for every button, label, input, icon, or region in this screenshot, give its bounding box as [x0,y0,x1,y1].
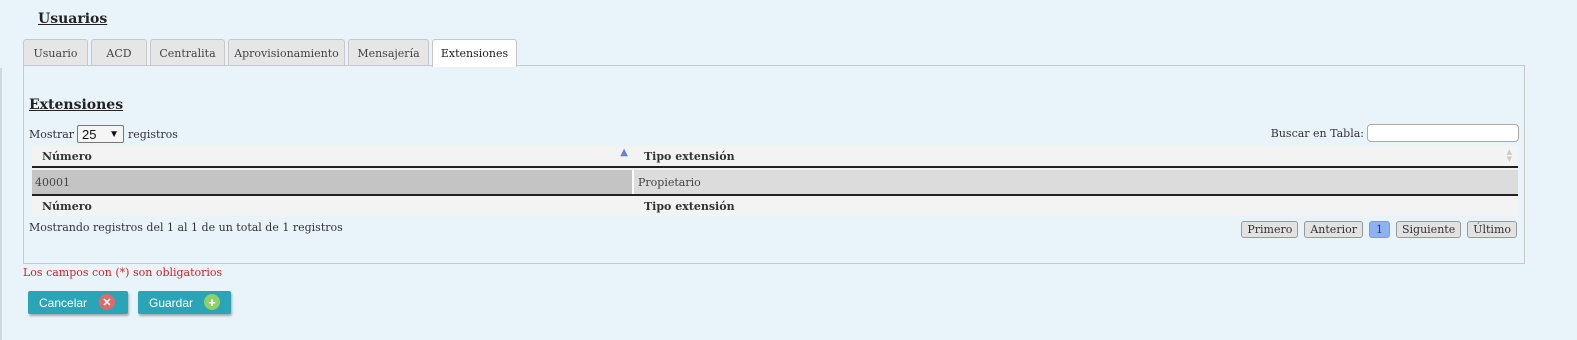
table-info: Mostrando registros del 1 al 1 de un tot… [29,221,343,234]
left-edge-line [0,68,2,340]
search-label: Buscar en Tabla: [1270,126,1364,140]
cancel-button[interactable]: Cancelar ✕ [28,291,128,314]
cell-tipo-extension: Propietario [634,170,1518,194]
length-menu-suffix: registros [128,127,178,141]
column-footer-numero: Número [42,199,92,213]
tab-acd[interactable]: ACD [91,39,147,66]
save-button-label: Guardar [149,295,194,310]
tab-bar: Usuario ACD Centralita Aprovisionamiento… [23,39,520,67]
page-next-button[interactable]: Siguiente [1395,221,1462,238]
page-previous-button[interactable]: Anterior [1304,221,1363,238]
tab-mensajeria[interactable]: Mensajería [348,39,429,66]
page-last-button[interactable]: Último [1467,221,1517,238]
cell-numero: 40001 [32,170,634,194]
table-footer-row: Número Tipo extensión [32,194,1518,216]
extensions-table: Número ▲ Tipo extensión ▲ ▼ 40001 Propiet… [32,146,1518,216]
column-header-tipo-extension[interactable]: Tipo extensión ▲ ▼ [634,146,1518,166]
save-button[interactable]: Guardar + [138,291,231,314]
sort-ascending-icon: ▲ [620,147,628,158]
extensions-panel: Extensiones Mostrar 25 ▼ registros Busca… [23,65,1525,264]
table-search: Buscar en Tabla: [1271,124,1519,142]
tab-usuario[interactable]: Usuario [23,39,88,66]
cancel-x-icon: ✕ [99,294,115,310]
tab-aprovisionamiento[interactable]: Aprovisionamiento [228,39,345,66]
records-per-page-select[interactable]: 25 ▼ [77,125,125,143]
cancel-button-label: Cancelar [39,295,88,310]
sort-both-icon: ▲ ▼ [1506,147,1512,163]
column-header-label: Número [42,149,92,163]
section-title: Extensiones [29,97,124,113]
column-header-numero[interactable]: Número ▲ [32,146,634,166]
chevron-down-icon: ▼ [109,128,120,140]
required-fields-note: Los campos con (*) son obligatorios [23,266,223,279]
table-header-row: Número ▲ Tipo extensión ▲ ▼ [32,146,1518,168]
column-footer-tipo-extension: Tipo extensión [644,199,735,213]
add-plus-icon: + [204,294,220,310]
length-menu-prefix: Mostrar [29,127,75,141]
table-row[interactable]: 40001 Propietario [32,170,1518,194]
page-number-button[interactable]: 1 [1368,221,1390,238]
tab-extensiones[interactable]: Extensiones [432,39,517,67]
records-per-page-value: 25 [82,126,97,142]
tab-centralita[interactable]: Centralita [150,39,225,66]
page-title: Usuarios [38,11,108,27]
column-header-label: Tipo extensión [644,149,735,163]
search-input[interactable] [1367,124,1519,142]
pagination: Primero Anterior 1 Siguiente Último [1235,221,1517,238]
page-first-button[interactable]: Primero [1241,221,1299,238]
length-menu: Mostrar 25 ▼ registros [29,125,178,143]
